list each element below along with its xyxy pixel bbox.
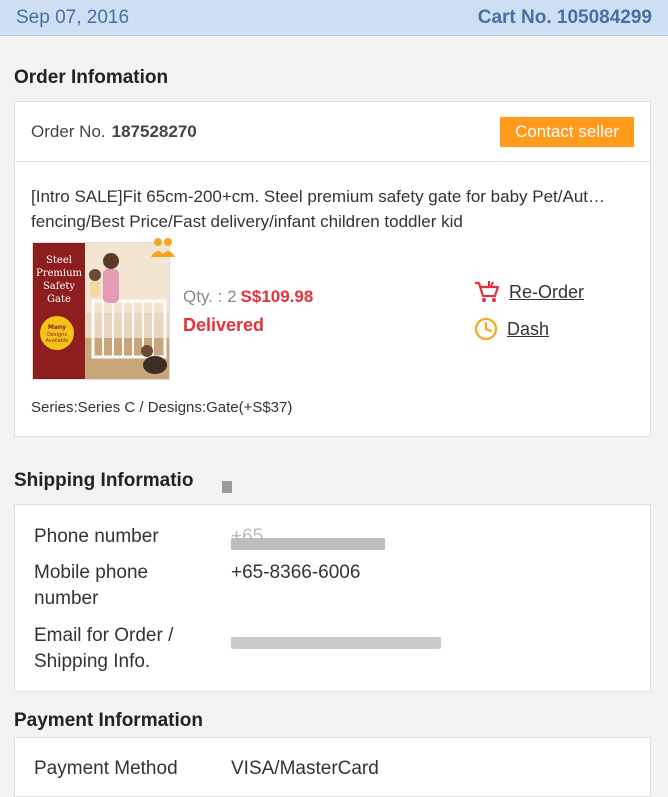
product-thumbnail[interactable]: Steel Premium Safety Gate Many Designs A… bbox=[32, 242, 170, 380]
shipping-section-title: Shipping Informatio bbox=[14, 470, 194, 491]
quantity: Qty. : 2 bbox=[183, 287, 237, 306]
email-value-obscured bbox=[231, 637, 441, 649]
cart-icon bbox=[475, 281, 500, 302]
order-number-label: Order No. bbox=[31, 121, 106, 141]
payment-method-label: Payment Method bbox=[34, 758, 178, 779]
thumb-line-1: Steel bbox=[46, 255, 72, 266]
clock-icon bbox=[474, 317, 498, 341]
price: S$109.98 bbox=[240, 287, 314, 306]
contact-seller-button[interactable]: Contact seller bbox=[500, 116, 634, 147]
order-number-group: Order No. 187528270 bbox=[31, 122, 197, 142]
phone-value-obscured bbox=[231, 538, 385, 550]
cart-number: Cart No. 105084299 bbox=[477, 6, 652, 28]
thumb-badge-1: Many bbox=[48, 324, 66, 331]
payment-card: Payment Method VISA/MasterCard bbox=[14, 737, 651, 797]
reorder-label: Re-Order bbox=[509, 281, 585, 302]
mobile-label-line-1: Mobile phone bbox=[34, 562, 149, 583]
delivery-status: Delivered bbox=[183, 315, 265, 335]
dash-label: Dash bbox=[507, 318, 550, 339]
thumb-line-2: Premium bbox=[36, 268, 83, 279]
people-icon bbox=[151, 238, 175, 257]
email-label-line-2: Shipping Info. bbox=[34, 651, 151, 672]
payment-section-title: Payment Information bbox=[14, 710, 203, 731]
dash-button[interactable]: Dash bbox=[473, 316, 549, 342]
order-number: 187528270 bbox=[111, 121, 197, 141]
product-image: Steel Premium Safety Gate Many Designs A… bbox=[33, 243, 169, 379]
thumb-badge-3: Available bbox=[46, 338, 69, 344]
payment-method-value: VISA/MasterCard bbox=[231, 758, 379, 779]
product-title[interactable]: [Intro SALE]Fit 65cm-200+cm. Steel premi… bbox=[31, 184, 641, 234]
product-options: Series:Series C / Designs:Gate(+S$37) bbox=[31, 399, 293, 416]
header-bar: Sep 07, 2016 Cart No. 105084299 bbox=[0, 0, 668, 36]
phone-label: Phone number bbox=[34, 526, 159, 547]
obscured-mark bbox=[222, 481, 232, 493]
order-section-title: Order Infomation bbox=[14, 67, 169, 88]
reorder-button[interactable]: Re-Order bbox=[473, 280, 584, 304]
thumb-line-3: Safety bbox=[43, 281, 75, 292]
thumb-line-4: Gate bbox=[47, 294, 71, 305]
shipping-card: Phone number +65 Mobile phone number +65… bbox=[14, 504, 651, 692]
email-label-line-1: Email for Order / bbox=[34, 625, 174, 646]
qty-price-line: Qty. : 2 S$109.98 bbox=[183, 287, 313, 307]
order-card: Order No. 187528270 Contact seller [Intro… bbox=[14, 101, 651, 437]
order-date: Sep 07, 2016 bbox=[16, 6, 130, 28]
order-header: Order No. 187528270 Contact seller bbox=[15, 102, 650, 162]
mobile-value: +65-8366-6006 bbox=[231, 562, 361, 583]
mobile-label-line-2: number bbox=[34, 588, 99, 609]
